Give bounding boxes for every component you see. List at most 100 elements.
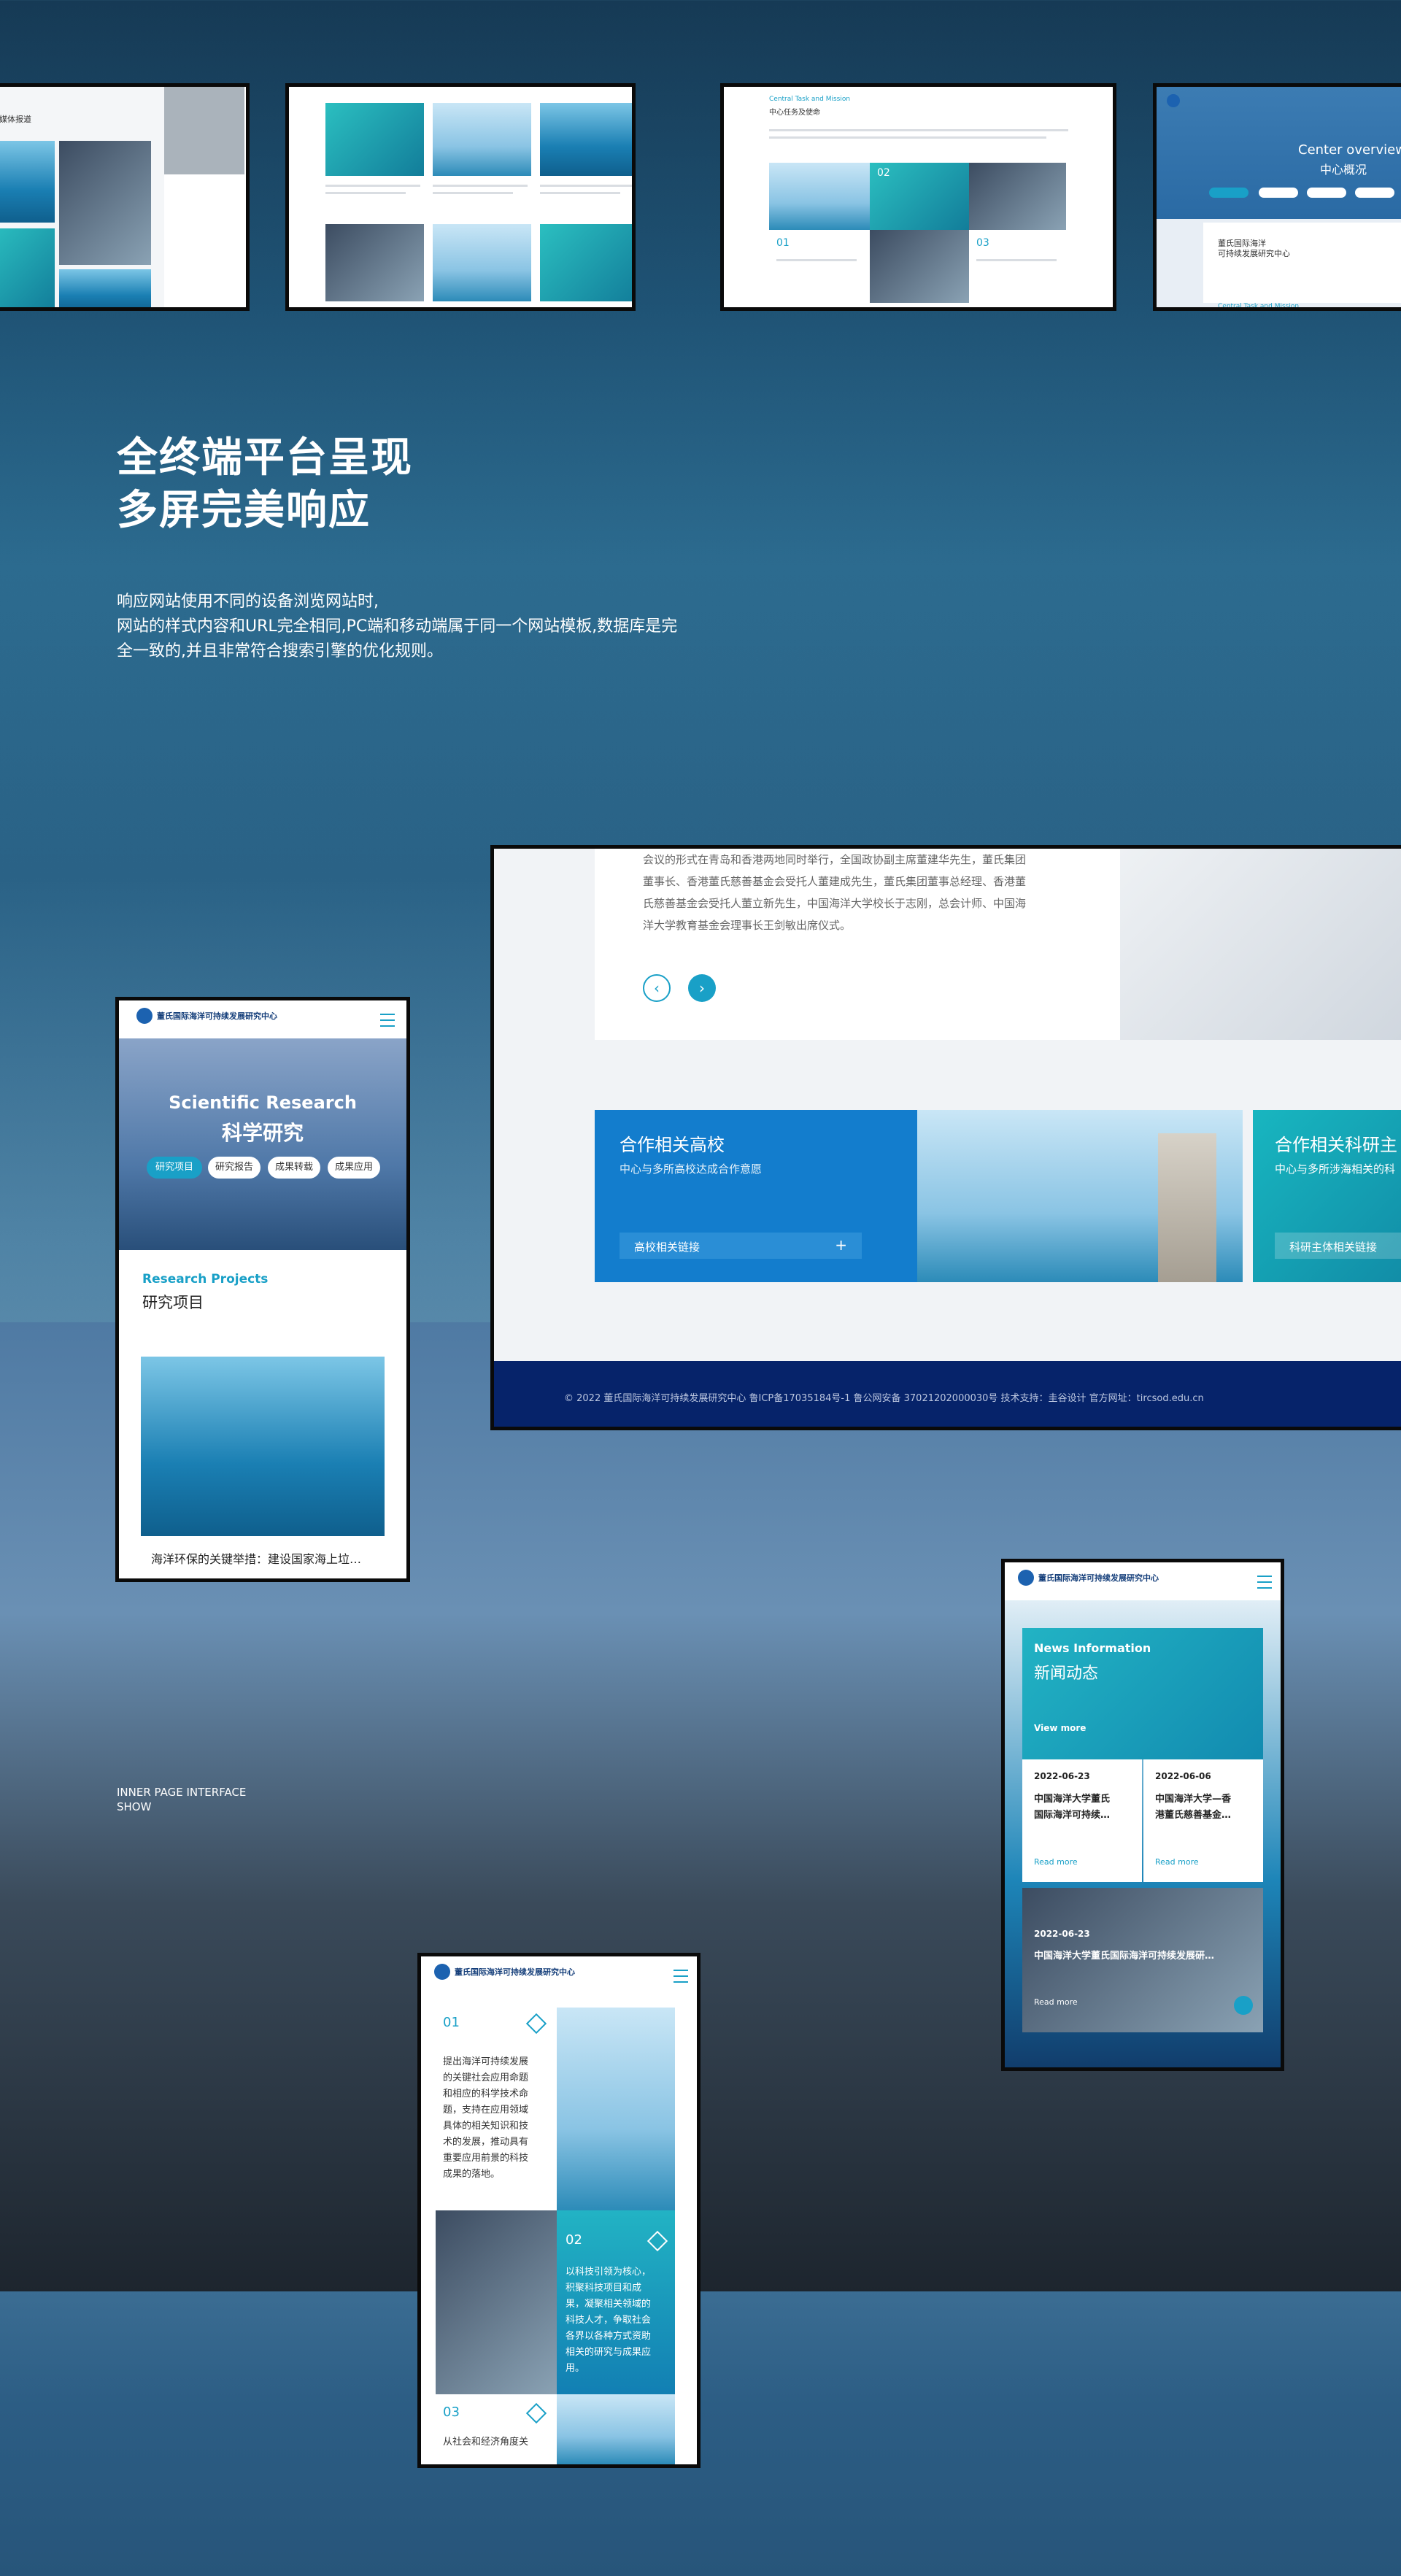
inner-page-label: INNER PAGE INTERFACE SHOW bbox=[117, 1785, 246, 1814]
news-card[interactable]: 2022-06-23 中国海洋大学董氏 国际海洋可持续… Read more bbox=[1022, 1759, 1142, 1882]
thumb-label: 媒体报道 bbox=[0, 115, 31, 124]
read-more-link[interactable]: Read more bbox=[1155, 1857, 1199, 1867]
menu-icon[interactable] bbox=[380, 1014, 395, 1027]
beach-photo bbox=[557, 2008, 675, 2210]
read-more-link[interactable]: Read more bbox=[1034, 1997, 1078, 2007]
read-more-link[interactable]: Read more bbox=[1034, 1857, 1078, 1867]
desc-line: 网站的样式内容和URL完全相同,PC端和移动端属于同一个网站模板,数据库是完 bbox=[117, 617, 678, 636]
cube-icon bbox=[525, 2013, 547, 2035]
chevron-right-icon: › bbox=[699, 979, 705, 997]
thumb-pill bbox=[1355, 188, 1394, 198]
news-featured-photo[interactable]: 2022-06-23 中国海洋大学董氏国际海洋可持续发展研… Read more bbox=[1022, 1888, 1263, 2032]
thumb-num: 03 bbox=[976, 237, 989, 249]
university-tower bbox=[1158, 1133, 1216, 1282]
arrow-right-button[interactable] bbox=[1234, 1996, 1253, 2015]
thumb-image bbox=[59, 141, 151, 265]
task-text-line: 以科技引领为核心， bbox=[566, 2267, 652, 2278]
thumb-num: 02 bbox=[877, 167, 890, 179]
task-number: 03 bbox=[443, 2405, 460, 2420]
research-links-button[interactable]: 科研主体相关链接 bbox=[1275, 1233, 1401, 1259]
thumb-card-line: 可持续发展研究中心 bbox=[1218, 249, 1290, 258]
label-line: INNER PAGE INTERFACE bbox=[117, 1786, 247, 1799]
button-label: 高校相关链接 bbox=[634, 1241, 700, 1254]
cube-icon bbox=[525, 2402, 547, 2424]
task-text-line: 提出海洋可持续发展 bbox=[443, 2056, 529, 2067]
thumb-section-en: Central Task and Mission bbox=[769, 96, 851, 103]
heading-line: 多屏完美响应 bbox=[117, 487, 371, 534]
news-title: 中国海洋大学—香 港董氏慈善基金… bbox=[1155, 1792, 1231, 1824]
thumb-image bbox=[540, 103, 632, 176]
card-subtitle: 中心与多所涉海相关的科 bbox=[1275, 1162, 1396, 1176]
thumb-image bbox=[540, 224, 632, 301]
task-text-line: 果，凝聚相关领域的 bbox=[566, 2299, 652, 2310]
project-photo bbox=[141, 1357, 385, 1536]
thumb-image bbox=[969, 163, 1066, 230]
task-text-line: 成果的落地。 bbox=[443, 2169, 501, 2180]
showcase-heading: 全终端平台呈现 多屏完美响应 bbox=[117, 432, 413, 537]
ocean-bottom bbox=[0, 2291, 1401, 2576]
thumb-pill bbox=[1307, 188, 1346, 198]
mobile-tab-results-reprint[interactable]: 成果转载 bbox=[268, 1157, 320, 1179]
mobile-task-frame: 董氏国际海洋可持续发展研究中心 01 提出海洋可持续发展 的关键社会应用命题 和… bbox=[417, 1953, 700, 2468]
news-title-en: News Information bbox=[1034, 1641, 1151, 1655]
mobile-tab-research-reports[interactable]: 研究报告 bbox=[208, 1157, 260, 1179]
article-card: 会议的形式在青岛和香港两地同时举行，全国政协副主席董建华先生，董氏集团 董事长、… bbox=[595, 849, 1120, 1040]
section-title-zh: 研究项目 bbox=[142, 1294, 204, 1311]
thumb-section-zh: 中心任务及使命 bbox=[769, 109, 820, 117]
blue-photo bbox=[557, 2394, 675, 2464]
site-footer: © 2022 董氏国际海洋可持续发展研究中心 鲁ICP备17035184号-1 … bbox=[494, 1361, 1401, 1427]
task-block-01: 01 提出海洋可持续发展 的关键社会应用命题 和相应的科学技术命 题，支持在应用… bbox=[436, 2008, 557, 2210]
thumb-media-page: 媒体报道 bbox=[0, 83, 250, 311]
task-text-line: 重要应用前景的科技 bbox=[443, 2153, 529, 2164]
next-button[interactable]: › bbox=[688, 974, 716, 1002]
task-number: 02 bbox=[566, 2232, 582, 2248]
university-links-button[interactable]: 高校相关链接 + bbox=[620, 1233, 862, 1259]
task-text-line: 科技人才，争取社会 bbox=[566, 2315, 652, 2326]
mobile-tab-research-projects[interactable]: 研究项目 bbox=[147, 1157, 202, 1179]
cube-icon bbox=[647, 2230, 668, 2252]
section-title-en: Research Projects bbox=[142, 1272, 269, 1287]
news-date: 2022-06-23 bbox=[1034, 1929, 1090, 1939]
plus-icon: + bbox=[835, 1236, 847, 1254]
thumb-image bbox=[0, 228, 55, 307]
news-card[interactable]: 2022-06-06 中国海洋大学—香 港董氏慈善基金… Read more bbox=[1143, 1759, 1263, 1882]
article-line: 会议的形式在青岛和香港两地同时举行，全国政协副主席董建华先生，董氏集团 bbox=[643, 853, 1027, 866]
showcase-description: 响应网站使用不同的设备浏览网站时, 网站的样式内容和URL完全相同,PC端和移动… bbox=[117, 590, 677, 664]
article-line: 氏慈善基金会受托人董立新先生，中国海洋大学校长于志刚，总会计师、中国海 bbox=[643, 897, 1027, 910]
partner-research-card: 合作相关科研主 中心与多所涉海相关的科 科研主体相关链接 bbox=[1253, 1110, 1401, 1282]
task-text-line: 用。 bbox=[566, 2363, 585, 2374]
task-text-line: 具体的相关知识和技 bbox=[443, 2121, 529, 2132]
news-title-line: 中国海洋大学董氏 bbox=[1034, 1794, 1111, 1805]
project-title[interactable]: 海洋环保的关键举措：建设国家海上垃… bbox=[151, 1549, 361, 1567]
article-line: 洋大学教育基金会理事长王剑敏出席仪式。 bbox=[643, 919, 852, 932]
task-text: 以科技引领为核心， 积聚科技项目和成 果，凝聚相关领域的 科技人才，争取社会 各… bbox=[566, 2264, 651, 2377]
menu-icon[interactable] bbox=[674, 1970, 688, 1983]
logo-text: 董氏国际海洋可持续发展研究中心 bbox=[455, 1967, 575, 1977]
news-title-zh: 新闻动态 bbox=[1034, 1665, 1099, 1683]
mobile-tab-results-application[interactable]: 成果应用 bbox=[328, 1157, 380, 1179]
phone-photo bbox=[436, 2210, 557, 2394]
card-subtitle: 中心与多所高校达成合作意愿 bbox=[620, 1162, 763, 1176]
task-text-line: 的关键社会应用命题 bbox=[443, 2072, 529, 2083]
task-block-02: 02 以科技引领为核心， 积聚科技项目和成 果，凝聚相关领域的 科技人才，争取社… bbox=[557, 2210, 675, 2394]
thumb-center-overview: Center overview 中心概况 董氏国际海洋 可持续发展研究中心 Ce… bbox=[1153, 83, 1401, 311]
card-title: 合作相关高校 bbox=[620, 1135, 725, 1155]
task-text-line: 积聚科技项目和成 bbox=[566, 2283, 642, 2294]
prev-button[interactable]: ‹ bbox=[643, 974, 671, 1002]
thumb-image bbox=[59, 269, 151, 307]
article-body: 会议的形式在青岛和香港两地同时举行，全国政协副主席董建华先生，董氏集团 董事长、… bbox=[643, 849, 1026, 936]
view-more-link[interactable]: View more bbox=[1034, 1723, 1086, 1733]
news-date: 2022-06-23 bbox=[1034, 1771, 1090, 1781]
article-line: 董事长、香港董氏慈善基金会受托人董建成先生，董氏集团董事总经理、香港董 bbox=[643, 875, 1027, 888]
task-text-line: 相关的研究与成果应 bbox=[566, 2347, 652, 2358]
label-line: SHOW bbox=[117, 1800, 152, 1813]
mobile-header: 董氏国际海洋可持续发展研究中心 bbox=[1005, 1562, 1281, 1600]
article-photo bbox=[1120, 849, 1401, 1040]
thumb-task-mission: Central Task and Mission 中心任务及使命 02 01 0… bbox=[720, 83, 1116, 311]
menu-icon[interactable] bbox=[1257, 1576, 1272, 1589]
news-title: 中国海洋大学董氏 国际海洋可持续… bbox=[1034, 1792, 1110, 1824]
task-text-line: 从社会和经济角度关 bbox=[443, 2437, 529, 2448]
logo-icon bbox=[434, 1964, 450, 1980]
news-title: 中国海洋大学董氏国际海洋可持续发展研… bbox=[1034, 1951, 1215, 1962]
thumb-image bbox=[433, 224, 531, 301]
